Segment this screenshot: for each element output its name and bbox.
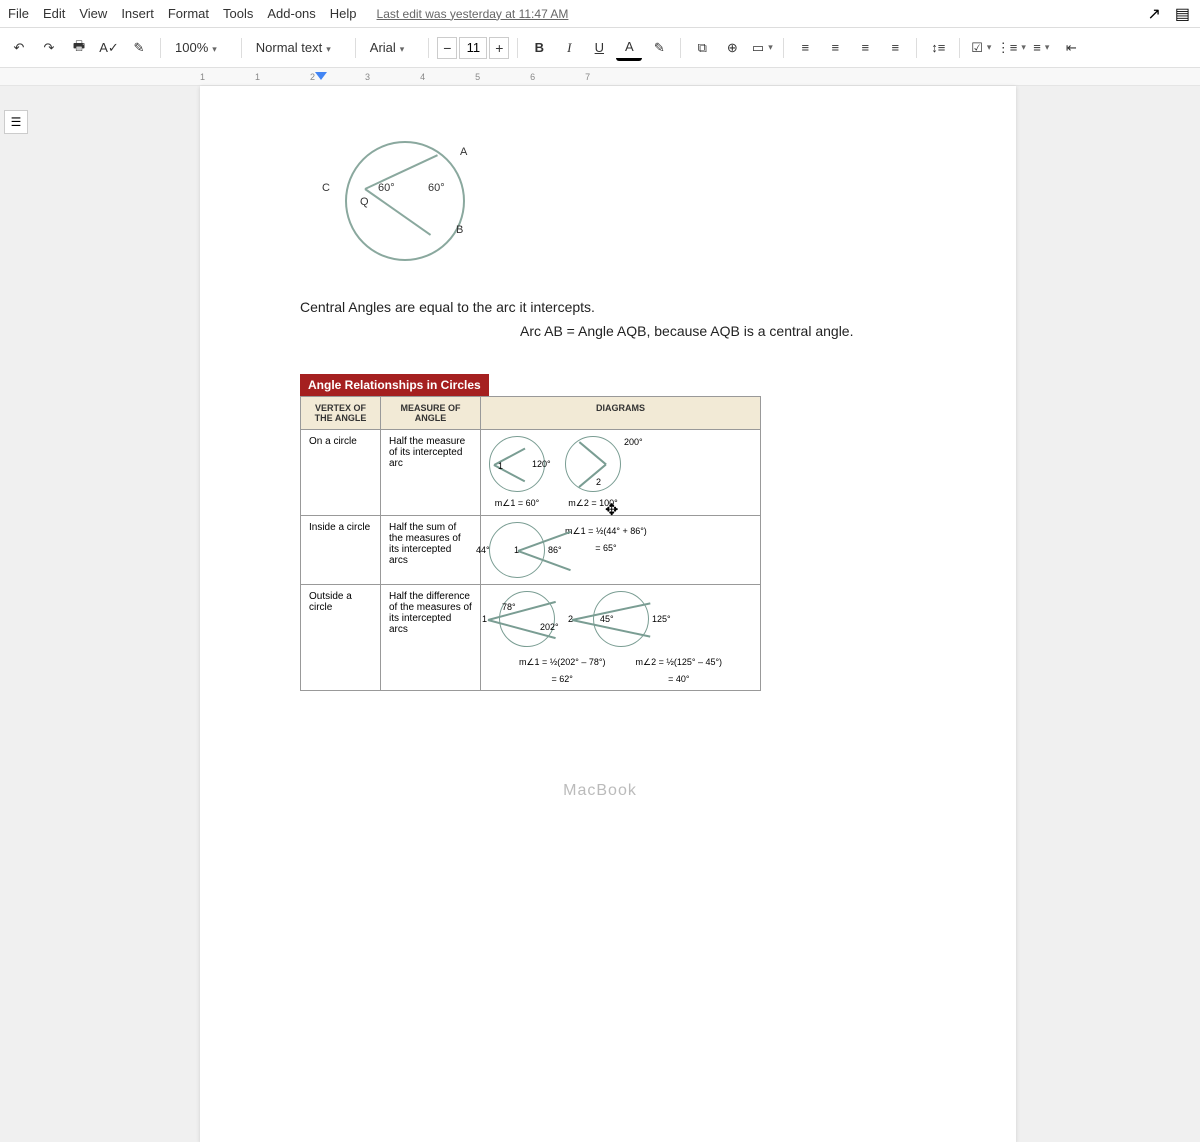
row3-measure: Half the difference of the measures of i… xyxy=(381,584,481,690)
row3-d1-arc2: 202° xyxy=(540,622,559,632)
align-left-icon[interactable]: ≡ xyxy=(792,35,818,61)
body-text-2: Arc AB = Angle AQB, because AQB is a cen… xyxy=(520,320,916,344)
header-right-icons: ↗ ▤ xyxy=(1147,4,1190,24)
toolbar: ↶ ↷ 🖶 A✓ ✎ 100% Normal text Arial − + B … xyxy=(0,28,1200,68)
ruler-tick: 7 xyxy=(585,72,640,82)
move-cursor-icon: ✥ xyxy=(605,500,618,520)
bulleted-list-icon[interactable]: ⋮≡ xyxy=(998,35,1024,61)
row3-eq1b: = 62° xyxy=(552,674,573,684)
th-measure: MEASURE OF ANGLE xyxy=(381,396,481,429)
point-b-label: B xyxy=(456,224,463,236)
menu-file[interactable]: File xyxy=(8,6,29,21)
row1-d1-arc: 120° xyxy=(532,459,551,469)
indent-marker[interactable] xyxy=(315,72,327,80)
align-justify-icon[interactable]: ≡ xyxy=(882,35,908,61)
menu-format[interactable]: Format xyxy=(168,6,209,21)
add-comment-icon[interactable]: ⊕ xyxy=(719,35,745,61)
menu-insert[interactable]: Insert xyxy=(121,6,154,21)
ruler-tick: 4 xyxy=(420,72,475,82)
row1-d1-angle: 1 xyxy=(498,461,503,471)
fontsize-stepper: − + xyxy=(437,37,509,59)
table-row: Inside a circle Half the sum of the meas… xyxy=(301,515,761,584)
highlight-button[interactable]: ✎ xyxy=(646,35,672,61)
row3-d1-angle: 1 xyxy=(482,614,487,624)
row3-d1-arc1: 78° xyxy=(502,602,516,612)
row2-angle: 1 xyxy=(514,545,519,555)
redo-icon[interactable]: ↷ xyxy=(36,35,62,61)
ruler-tick: 5 xyxy=(475,72,530,82)
fontsize-decrease-button[interactable]: − xyxy=(437,37,457,59)
table-title: Angle Relationships in Circles xyxy=(300,374,489,396)
spellcheck-icon[interactable]: A✓ xyxy=(96,35,122,61)
row2-eq1: m∠1 = ½(44° + 86°) xyxy=(565,526,647,537)
paragraph-style-select[interactable]: Normal text xyxy=(250,36,347,59)
document-page[interactable]: C Q 60° 60° A B Central Angles are equal… xyxy=(200,86,1016,1142)
row1-d2-angle: 2 xyxy=(596,477,601,487)
font-select[interactable]: Arial xyxy=(364,36,421,59)
point-q-label: Q xyxy=(360,196,369,208)
menu-addons[interactable]: Add-ons xyxy=(267,6,315,21)
open-new-icon[interactable]: ↗ xyxy=(1147,4,1160,24)
ruler-tick: 3 xyxy=(365,72,420,82)
checklist-icon[interactable]: ☑ xyxy=(968,35,994,61)
menu-view[interactable]: View xyxy=(79,6,107,21)
point-c-label: C xyxy=(322,182,330,194)
line-spacing-icon[interactable]: ↕≡ xyxy=(925,35,951,61)
row2-arc1: 44° xyxy=(476,545,490,555)
paint-format-icon[interactable]: ✎ xyxy=(126,35,152,61)
align-right-icon[interactable]: ≡ xyxy=(852,35,878,61)
menu-bar: File Edit View Insert Format Tools Add-o… xyxy=(0,0,1200,28)
last-edit-link[interactable]: Last edit was yesterday at 11:47 AM xyxy=(377,7,569,21)
menu-edit[interactable]: Edit xyxy=(43,6,65,21)
italic-button[interactable]: I xyxy=(556,35,582,61)
row2-vertex: Inside a circle xyxy=(301,515,381,584)
angle-60-label-1: 60° xyxy=(378,182,395,194)
indent-decrease-icon[interactable]: ⇤ xyxy=(1058,35,1084,61)
row3-vertex: Outside a circle xyxy=(301,584,381,690)
horizontal-ruler[interactable]: 1 1 2 3 4 5 6 7 xyxy=(0,68,1200,86)
point-a-label: A xyxy=(460,146,467,158)
row3-d2-arc2: 125° xyxy=(652,614,671,624)
table-row: On a circle Half the measure of its inte… xyxy=(301,429,761,515)
row3-eq2: m∠2 = ½(125° – 45°) xyxy=(636,657,723,668)
central-angle-diagram: C Q 60° 60° A B xyxy=(330,126,480,276)
angle-relationships-table: VERTEX OF THE ANGLE MEASURE OF ANGLE DIA… xyxy=(300,396,761,691)
comments-icon[interactable]: ▤ xyxy=(1175,4,1190,24)
row3-eq1: m∠1 = ½(202° – 78°) xyxy=(519,657,606,668)
device-label: MacBook xyxy=(563,782,637,800)
row1-d1-eq: m∠1 = 60° xyxy=(495,498,539,509)
row3-d2-arc1: 45° xyxy=(600,614,614,624)
row1-measure: Half the measure of its intercepted arc xyxy=(381,429,481,515)
bold-button[interactable]: B xyxy=(526,35,552,61)
ruler-tick: 1 xyxy=(200,72,255,82)
numbered-list-icon[interactable]: ≡ xyxy=(1028,35,1054,61)
fontsize-input[interactable] xyxy=(459,37,487,59)
row1-d2-arc: 200° xyxy=(624,437,643,447)
insert-link-icon[interactable]: ⧉ xyxy=(689,35,715,61)
th-vertex: VERTEX OF THE ANGLE xyxy=(301,396,381,429)
ruler-tick: 6 xyxy=(530,72,585,82)
row2-arc2: 86° xyxy=(548,545,562,555)
row3-eq2b: = 40° xyxy=(668,674,689,684)
body-text-1: Central Angles are equal to the arc it i… xyxy=(300,296,916,320)
angle-60-label-2: 60° xyxy=(428,182,445,194)
insert-image-icon[interactable]: ▭ xyxy=(749,35,775,61)
menu-help[interactable]: Help xyxy=(330,6,357,21)
row2-measure: Half the sum of the measures of its inte… xyxy=(381,515,481,584)
print-icon[interactable]: 🖶 xyxy=(66,35,92,61)
row3-d2-angle: 2 xyxy=(568,614,573,624)
table-row: Outside a circle Half the difference of … xyxy=(301,584,761,690)
fontsize-increase-button[interactable]: + xyxy=(489,37,509,59)
align-center-icon[interactable]: ≡ xyxy=(822,35,848,61)
document-outline-toggle[interactable]: ☰ xyxy=(4,110,28,134)
underline-button[interactable]: U xyxy=(586,35,612,61)
menu-tools[interactable]: Tools xyxy=(223,6,253,21)
zoom-select[interactable]: 100% xyxy=(169,36,233,59)
th-diagrams: DIAGRAMS xyxy=(481,396,761,429)
row1-vertex: On a circle xyxy=(301,429,381,515)
text-color-button[interactable]: A xyxy=(616,35,642,61)
ruler-tick: 1 xyxy=(255,72,310,82)
undo-icon[interactable]: ↶ xyxy=(6,35,32,61)
row2-eq2: = 65° xyxy=(595,543,616,553)
